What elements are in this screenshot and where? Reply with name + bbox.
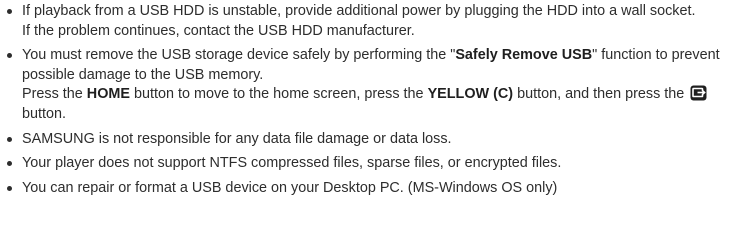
- note-text: button, and then press the: [513, 86, 689, 103]
- note-repair-format: You can repair or format a USB device on…: [0, 179, 729, 199]
- bullet-icon: [7, 9, 12, 14]
- home-button-label: HOME: [86, 86, 130, 103]
- bullet-icon: [7, 53, 12, 59]
- note-usb-power: If playback from a USB HDD is unstable, …: [0, 2, 729, 41]
- note-text: Press the: [22, 86, 87, 103]
- note-safe-remove: You must remove the USB storage device s…: [0, 46, 729, 124]
- note-text: If the problem continues, contact the US…: [22, 22, 415, 39]
- yellow-c-button-label: YELLOW (C): [427, 86, 514, 103]
- note-ntfs-support: Your player does not support NTFS compre…: [0, 154, 729, 174]
- bullet-icon: [7, 185, 12, 191]
- exit-to-source-icon: [690, 85, 707, 101]
- bullet-icon: [7, 161, 12, 167]
- note-paragraph: You must remove the USB storage device s…: [22, 46, 729, 85]
- note-text: button to move to the home screen, press…: [129, 86, 428, 103]
- note-text: Your player does not support NTFS compre…: [22, 155, 562, 172]
- note-text: button.: [22, 105, 67, 122]
- note-samsung-liability: SAMSUNG is not responsible for any data …: [0, 130, 729, 150]
- safely-remove-usb-label: Safely Remove USB: [455, 47, 593, 64]
- note-text: You can repair or format a USB device on…: [22, 179, 558, 196]
- bullet-icon: [7, 136, 12, 142]
- note-text: SAMSUNG is not responsible for any data …: [22, 130, 452, 147]
- note-text: If playback from a USB HDD is unstable, …: [22, 3, 696, 19]
- notes-list: If playback from a USB HDD is unstable, …: [0, 0, 729, 198]
- note-text: You must remove the USB storage device s…: [22, 47, 456, 64]
- note-paragraph: Press the HOME button to move to the hom…: [22, 85, 729, 124]
